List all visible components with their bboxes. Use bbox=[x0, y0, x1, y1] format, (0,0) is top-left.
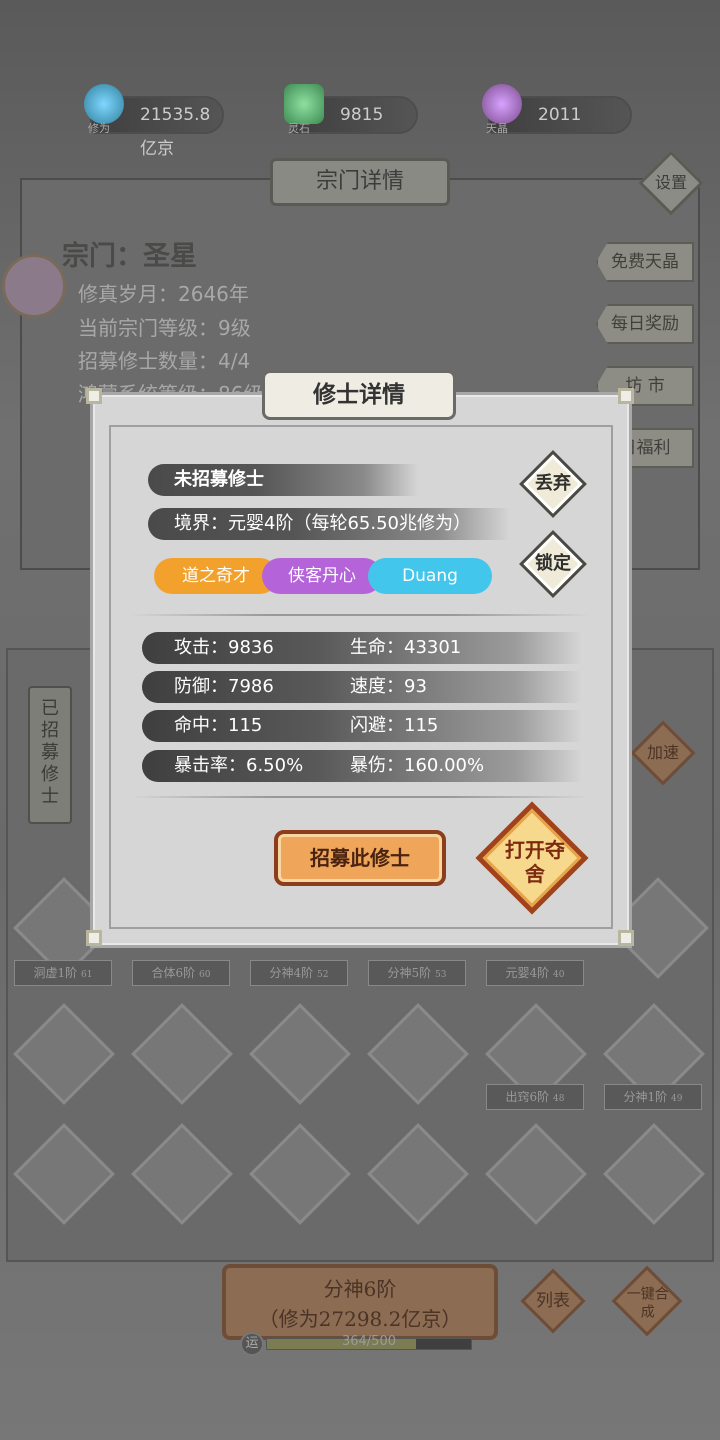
sect-avatar[interactable] bbox=[2, 254, 66, 318]
daily-reward-button[interactable]: 每日奖励 bbox=[596, 304, 694, 344]
hit-stat: 命中：115 bbox=[174, 715, 263, 736]
speed-stat: 速度：93 bbox=[350, 676, 427, 697]
luck-progress-text: 364/500 bbox=[341, 1334, 396, 1349]
sect-years: 修真岁月：2646年 bbox=[78, 282, 249, 306]
cultivation-resource: 21535.8亿京 修为 bbox=[84, 84, 224, 159]
attack-stat: 攻击：9836 bbox=[174, 637, 274, 658]
slot-label-11: 出窍6阶 48 bbox=[486, 1084, 584, 1110]
merge-all-button[interactable]: 一键合成 bbox=[611, 1265, 683, 1337]
slot-label-4: 分神5阶 53 bbox=[368, 960, 466, 986]
slot-label-5: 元婴4阶 40 bbox=[486, 960, 584, 986]
free-crystal-button[interactable]: 免费天晶 bbox=[596, 242, 694, 282]
crystal-icon bbox=[284, 84, 324, 124]
sky-crystal-resource: 2011 天晶 bbox=[482, 84, 632, 135]
game-screen: 21535.8亿京 修为 9815 灵石 2011 天晶 宗门详情 设置 宗门：… bbox=[0, 0, 720, 1440]
sect-level: 当前宗门等级：9级 bbox=[78, 316, 251, 340]
sect-title: 宗门详情 bbox=[270, 158, 450, 206]
cultivation-caption: 修为 bbox=[88, 122, 110, 135]
sect-name: 宗门：圣星 bbox=[62, 241, 197, 272]
recruit-disciple-button[interactable]: 招募此修士 bbox=[274, 830, 446, 886]
slot-label-2: 合体6阶 60 bbox=[132, 960, 230, 986]
upgrade-cost: （修为27298.2亿京） bbox=[258, 1307, 462, 1331]
crit-damage-stat: 暴伤：160.00% bbox=[350, 755, 485, 776]
divider bbox=[130, 796, 590, 798]
sky-crystal-value: 2011 bbox=[538, 105, 582, 125]
spirit-stone-value: 9815 bbox=[340, 105, 384, 125]
corner-ornament bbox=[618, 388, 634, 404]
recruit-status: 未招募修士 bbox=[148, 464, 418, 496]
defense-stat: 防御：7986 bbox=[174, 676, 274, 697]
flame-icon bbox=[84, 84, 124, 124]
slot-label-3: 分神4阶 52 bbox=[250, 960, 348, 986]
trait-tag[interactable]: 侠客丹心 bbox=[262, 558, 382, 594]
hp-stat: 生命：43301 bbox=[350, 637, 462, 658]
realm-info: 境界：元婴4阶（每轮65.50兆修为） bbox=[148, 508, 510, 540]
corner-ornament bbox=[86, 930, 102, 946]
spirit-stone-resource: 9815 灵石 bbox=[284, 84, 418, 135]
spirit-stone-caption: 灵石 bbox=[288, 122, 310, 135]
recruited-tab[interactable]: 已招募修士 bbox=[28, 686, 72, 824]
corner-ornament bbox=[86, 388, 102, 404]
modal-title: 修士详情 bbox=[262, 370, 456, 420]
slot-label-1: 洞虚1阶 61 bbox=[14, 960, 112, 986]
gem-icon bbox=[482, 84, 522, 124]
upgrade-realm: 分神6阶 bbox=[323, 1277, 397, 1301]
crit-rate-stat: 暴击率：6.50% bbox=[174, 755, 304, 776]
dodge-stat: 闪避：115 bbox=[350, 715, 439, 736]
stat-row: 防御：7986 速度：93 bbox=[142, 671, 582, 703]
corner-ornament bbox=[618, 930, 634, 946]
stat-row: 暴击率：6.50% 暴伤：160.00% bbox=[142, 750, 582, 782]
cultivation-value: 21535.8亿京 bbox=[140, 105, 211, 159]
luck-icon: 运 bbox=[240, 1332, 264, 1356]
slot-label-12: 分神1阶 49 bbox=[604, 1084, 702, 1110]
divider bbox=[130, 614, 590, 616]
sky-crystal-caption: 天晶 bbox=[486, 122, 508, 135]
upgrade-button[interactable]: 分神6阶 （修为27298.2亿京） bbox=[222, 1264, 498, 1340]
list-button[interactable]: 列表 bbox=[520, 1268, 586, 1334]
stat-row: 攻击：9836 生命：43301 bbox=[142, 632, 582, 664]
trait-tag[interactable]: Duang bbox=[368, 558, 492, 594]
stat-row: 命中：115 闪避：115 bbox=[142, 710, 582, 742]
sect-recruit-count: 招募修士数量：4/4 bbox=[78, 349, 251, 373]
trait-tag[interactable]: 道之奇才 bbox=[154, 558, 278, 594]
